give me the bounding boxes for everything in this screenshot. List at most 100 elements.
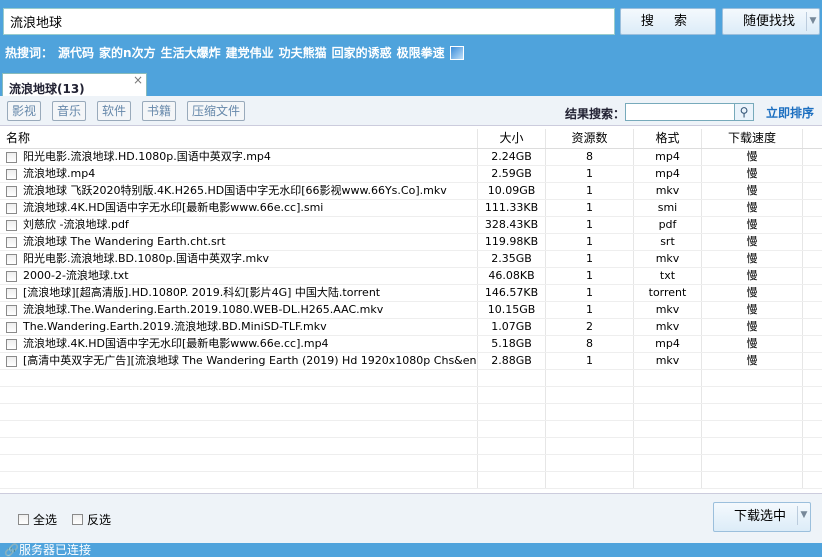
hot-keyword[interactable]: 功夫熊猫	[279, 44, 327, 61]
file-name: 流浪地球.mp4	[23, 167, 96, 180]
category-button[interactable]: 压缩文件	[187, 101, 246, 121]
file-name: 2000-2-流浪地球.txt	[23, 269, 129, 282]
table-cell	[478, 438, 546, 454]
results-table: 名称 大小 资源数 格式 下载速度 阳光电影.流浪地球.HD.1080p.国语中英双字.…	[0, 129, 822, 489]
file-name: 流浪地球 飞跃2020特别版.4K.H265.HD国语中字无水印[66影视www…	[23, 184, 447, 197]
table-cell: mp4	[634, 166, 702, 182]
hot-keyword[interactable]: 建党伟业	[226, 44, 274, 61]
table-cell	[478, 472, 546, 488]
table-cell	[702, 472, 803, 488]
row-checkbox[interactable]	[6, 270, 17, 282]
tab-result[interactable]: 流浪地球(13) ×	[2, 73, 147, 97]
table-row[interactable]: 流浪地球 飞跃2020特别版.4K.H265.HD国语中字无水印[66影视www…	[0, 183, 822, 200]
search-input[interactable]	[3, 8, 615, 35]
table-cell: [流浪地球][超高清版].HD.1080P. 2019.科幻[影片4G] 中国大…	[0, 285, 478, 301]
table-row[interactable]: [流浪地球][超高清版].HD.1080P. 2019.科幻[影片4G] 中国大…	[0, 285, 822, 302]
hot-keyword[interactable]: 极限拳速	[397, 44, 445, 61]
invert-label: 反选	[87, 513, 112, 527]
close-icon[interactable]: ×	[133, 73, 143, 87]
chevron-down-icon[interactable]: ▼	[797, 506, 810, 525]
file-name: 流浪地球.4K.HD国语中字无水印[最新电影www.66e.cc].mp4	[23, 337, 329, 350]
row-checkbox[interactable]	[6, 219, 17, 231]
table-row[interactable]: The.Wandering.Earth.2019.流浪地球.BD.MiniSD-…	[0, 319, 822, 336]
checkbox-icon[interactable]	[72, 514, 83, 525]
table-cell	[0, 472, 478, 488]
file-name: 流浪地球 The Wandering Earth.cht.srt	[23, 235, 226, 248]
row-checkbox[interactable]	[6, 202, 17, 214]
search-button[interactable]: 搜 索	[620, 8, 716, 35]
row-checkbox[interactable]	[6, 168, 17, 180]
table-row[interactable]: 刘慈欣 -流浪地球.pdf 328.43KB 1 pdf 慢	[0, 217, 822, 234]
row-checkbox[interactable]	[6, 253, 17, 265]
table-cell: The.Wandering.Earth.2019.流浪地球.BD.MiniSD-…	[0, 319, 478, 335]
table-cell: 2.88GB	[478, 353, 546, 369]
hot-keyword[interactable]: 回家的诱惑	[332, 44, 392, 61]
table-cell: 46.08KB	[478, 268, 546, 284]
table-cell: 慢	[702, 217, 803, 233]
table-row[interactable]: 流浪地球.4K.HD国语中字无水印[最新电影www.66e.cc].smi 111…	[0, 200, 822, 217]
table-cell: 1	[546, 353, 634, 369]
download-selected-button[interactable]: 下载选中 ▼	[713, 502, 811, 532]
hot-keyword[interactable]: 生活大爆炸	[161, 44, 221, 61]
table-row[interactable]: 阳光电影.流浪地球.HD.1080p.国语中英双字.mp4 2.24GB 8 mp4 慢	[0, 149, 822, 166]
hot-keyword[interactable]: 源代码	[58, 44, 94, 61]
column-header[interactable]: 名称	[0, 129, 478, 148]
hot-keyword[interactable]: 家的n次方	[99, 44, 156, 61]
row-checkbox[interactable]	[6, 236, 17, 248]
category-button[interactable]: 书籍	[142, 101, 177, 121]
table-cell: 1	[546, 166, 634, 182]
table-cell: 阳光电影.流浪地球.BD.1080p.国语中英双字.mkv	[0, 251, 478, 267]
empty-row	[0, 472, 822, 489]
column-header[interactable]: 大小	[478, 129, 546, 148]
row-checkbox[interactable]	[6, 355, 17, 367]
link-icon: 🔗	[4, 543, 19, 557]
row-checkbox[interactable]	[6, 151, 17, 163]
table-row[interactable]: 2000-2-流浪地球.txt 46.08KB 1 txt 慢	[0, 268, 822, 285]
table-cell: 1	[546, 251, 634, 267]
row-checkbox[interactable]	[6, 185, 17, 197]
table-cell: srt	[634, 234, 702, 250]
row-checkbox[interactable]	[6, 321, 17, 333]
sort-now-link[interactable]: 立即排序	[766, 104, 814, 121]
table-row[interactable]: [高清中英双字无广告][流浪地球 The Wandering Earth (20…	[0, 353, 822, 370]
checkbox-icon[interactable]	[18, 514, 29, 525]
hot-keywords: 热搜词： 源代码 家的n次方 生活大爆炸 建党伟业 功夫熊猫 回家的诱惑 极限拳速	[5, 44, 464, 61]
search-icon[interactable]: ⚲	[735, 103, 754, 121]
table-cell	[0, 438, 478, 454]
table-row[interactable]: 阳光电影.流浪地球.BD.1080p.国语中英双字.mkv 2.35GB 1 mkv 慢	[0, 251, 822, 268]
table-cell: 慢	[702, 200, 803, 216]
table-cell	[702, 370, 803, 386]
file-name: 流浪地球.4K.HD国语中字无水印[最新电影www.66e.cc].smi	[23, 201, 324, 214]
category-button[interactable]: 软件	[97, 101, 132, 121]
table-cell: 8	[546, 149, 634, 165]
column-header[interactable]: 下载速度	[702, 129, 803, 148]
table-cell: 1	[546, 268, 634, 284]
category-button[interactable]: 音乐	[52, 101, 87, 121]
table-cell: 流浪地球.4K.HD国语中字无水印[最新电影www.66e.cc].smi	[0, 200, 478, 216]
result-search-input[interactable]	[625, 103, 735, 121]
row-checkbox[interactable]	[6, 304, 17, 316]
table-cell: 1	[546, 217, 634, 233]
column-header[interactable]: 资源数	[546, 129, 634, 148]
results-panel: 结果搜索： ⚲ 立即排序 影视 音乐 软件 书籍 压缩文件 名称 大小 资源数 格式 下载速度 …	[0, 96, 822, 543]
top-bar: 搜 索 随便找找 ▼ 热搜词： 源代码家的n次方生活大爆炸建党伟业功夫熊猫回家的诱…	[0, 0, 822, 97]
chevron-down-icon[interactable]: ▼	[806, 12, 819, 31]
bottom-bar: 全选 反选 下载选中 ▼	[0, 493, 822, 543]
table-cell: 慢	[702, 251, 803, 267]
table-row[interactable]: 流浪地球.4K.HD国语中字无水印[最新电影www.66e.cc].mp4 5.1…	[0, 336, 822, 353]
refresh-icon[interactable]	[449, 45, 464, 60]
table-cell	[546, 370, 634, 386]
table-row[interactable]: 流浪地球.mp4 2.59GB 1 mp4 慢	[0, 166, 822, 183]
row-checkbox[interactable]	[6, 338, 17, 350]
row-checkbox[interactable]	[6, 287, 17, 299]
table-cell: 1	[546, 183, 634, 199]
table-row[interactable]: 流浪地球 The Wandering Earth.cht.srt 119.98KB…	[0, 234, 822, 251]
table-cell	[478, 421, 546, 437]
category-button[interactable]: 影视	[7, 101, 42, 121]
column-header[interactable]: 格式	[634, 129, 702, 148]
hot-label: 热搜词：	[5, 46, 54, 60]
invert-selection-checkbox[interactable]: 反选	[72, 511, 111, 528]
random-search-button[interactable]: 随便找找 ▼	[722, 8, 820, 35]
select-all-checkbox[interactable]: 全选	[18, 511, 57, 528]
table-row[interactable]: 流浪地球.The.Wandering.Earth.2019.1080.WEB-D…	[0, 302, 822, 319]
